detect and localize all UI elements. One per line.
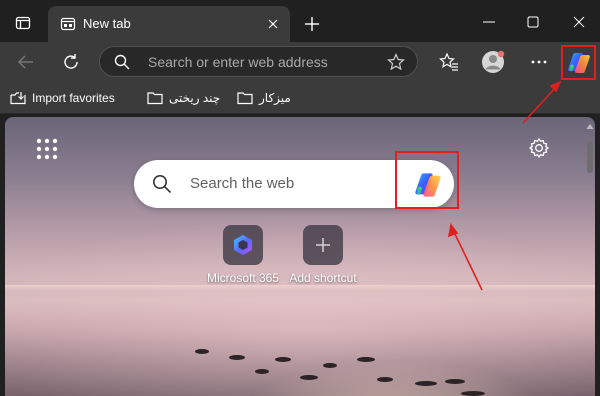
address-bar[interactable]: Search or enter web address bbox=[99, 46, 418, 77]
tab-new-tab[interactable]: New tab bbox=[48, 6, 290, 42]
annotation-highlight-box bbox=[395, 151, 459, 209]
microsoft-365-icon bbox=[223, 225, 263, 265]
scrollbar-thumb[interactable] bbox=[587, 141, 593, 173]
minimize-button[interactable] bbox=[466, 8, 512, 36]
back-button[interactable] bbox=[12, 48, 40, 76]
background-stone bbox=[195, 349, 209, 354]
folder-icon bbox=[147, 92, 163, 105]
tab-strip: New tab bbox=[0, 0, 600, 42]
search-icon bbox=[114, 54, 130, 70]
page-scrollbar[interactable] bbox=[585, 121, 595, 396]
back-arrow-icon bbox=[18, 55, 33, 69]
quick-link-label: Add shortcut bbox=[289, 271, 357, 285]
background-stone bbox=[415, 381, 437, 386]
address-placeholder: Search or enter web address bbox=[148, 54, 328, 70]
background-stone bbox=[275, 357, 291, 362]
copilot-button[interactable] bbox=[561, 45, 596, 80]
favorites-folder-2[interactable]: میزکار bbox=[237, 89, 291, 107]
background-stone bbox=[255, 369, 269, 374]
background-stone bbox=[300, 375, 318, 380]
folder-icon bbox=[237, 92, 253, 105]
profile-button[interactable] bbox=[479, 48, 507, 76]
import-favorites-link[interactable]: Import favorites bbox=[10, 89, 115, 107]
tab-title: New tab bbox=[83, 16, 131, 31]
tab-actions-icon bbox=[15, 16, 31, 30]
copilot-icon bbox=[567, 52, 590, 73]
new-tab-button[interactable] bbox=[300, 12, 324, 36]
quick-link-label: Microsoft 365 bbox=[206, 271, 280, 285]
favorites-folder-1[interactable]: چند ریختی bbox=[147, 89, 220, 107]
add-favorite-star-icon[interactable] bbox=[387, 53, 405, 71]
add-shortcut-button[interactable]: Add shortcut bbox=[278, 225, 368, 285]
favorites-icon bbox=[439, 52, 458, 71]
maximize-icon bbox=[527, 16, 539, 28]
favorites-bar: Import favorites چند ریختی میزکار bbox=[0, 82, 600, 114]
minimize-icon bbox=[483, 21, 495, 23]
background-stone bbox=[229, 355, 245, 360]
plus-icon bbox=[303, 225, 343, 265]
gear-icon[interactable] bbox=[528, 137, 550, 159]
close-icon bbox=[268, 19, 278, 29]
background-stone bbox=[323, 363, 337, 368]
background-stone bbox=[445, 379, 465, 384]
close-icon bbox=[573, 16, 585, 28]
more-button[interactable] bbox=[525, 48, 553, 76]
search-placeholder: Search the web bbox=[190, 175, 295, 192]
scroll-up-arrow-icon[interactable] bbox=[586, 123, 594, 131]
profile-avatar-icon bbox=[482, 50, 505, 73]
window-close-button[interactable] bbox=[556, 8, 600, 36]
favorites-button[interactable] bbox=[435, 48, 463, 76]
apps-grid-icon[interactable] bbox=[35, 137, 59, 161]
maximize-button[interactable] bbox=[510, 8, 556, 36]
new-tab-favicon-icon bbox=[60, 17, 76, 31]
fav-label: میزکار bbox=[259, 91, 291, 105]
import-icon bbox=[10, 92, 26, 105]
refresh-button[interactable] bbox=[57, 48, 85, 76]
background-stone bbox=[461, 391, 485, 396]
background-horizon bbox=[5, 285, 595, 291]
new-tab-page: Search the web Microsoft 365 Add shortcu… bbox=[5, 117, 595, 396]
more-icon bbox=[531, 60, 547, 64]
toolbar: Search or enter web address bbox=[0, 42, 600, 82]
background-stone bbox=[377, 377, 393, 382]
refresh-icon bbox=[64, 54, 78, 69]
background-stone bbox=[357, 357, 375, 362]
quick-link-microsoft-365[interactable]: Microsoft 365 bbox=[198, 225, 288, 285]
tab-close-button[interactable] bbox=[264, 15, 282, 33]
search-icon bbox=[153, 175, 172, 194]
plus-icon bbox=[305, 17, 319, 31]
fav-label: چند ریختی bbox=[169, 91, 221, 105]
tab-actions-button[interactable] bbox=[6, 10, 40, 36]
fav-label: Import favorites bbox=[32, 91, 115, 105]
